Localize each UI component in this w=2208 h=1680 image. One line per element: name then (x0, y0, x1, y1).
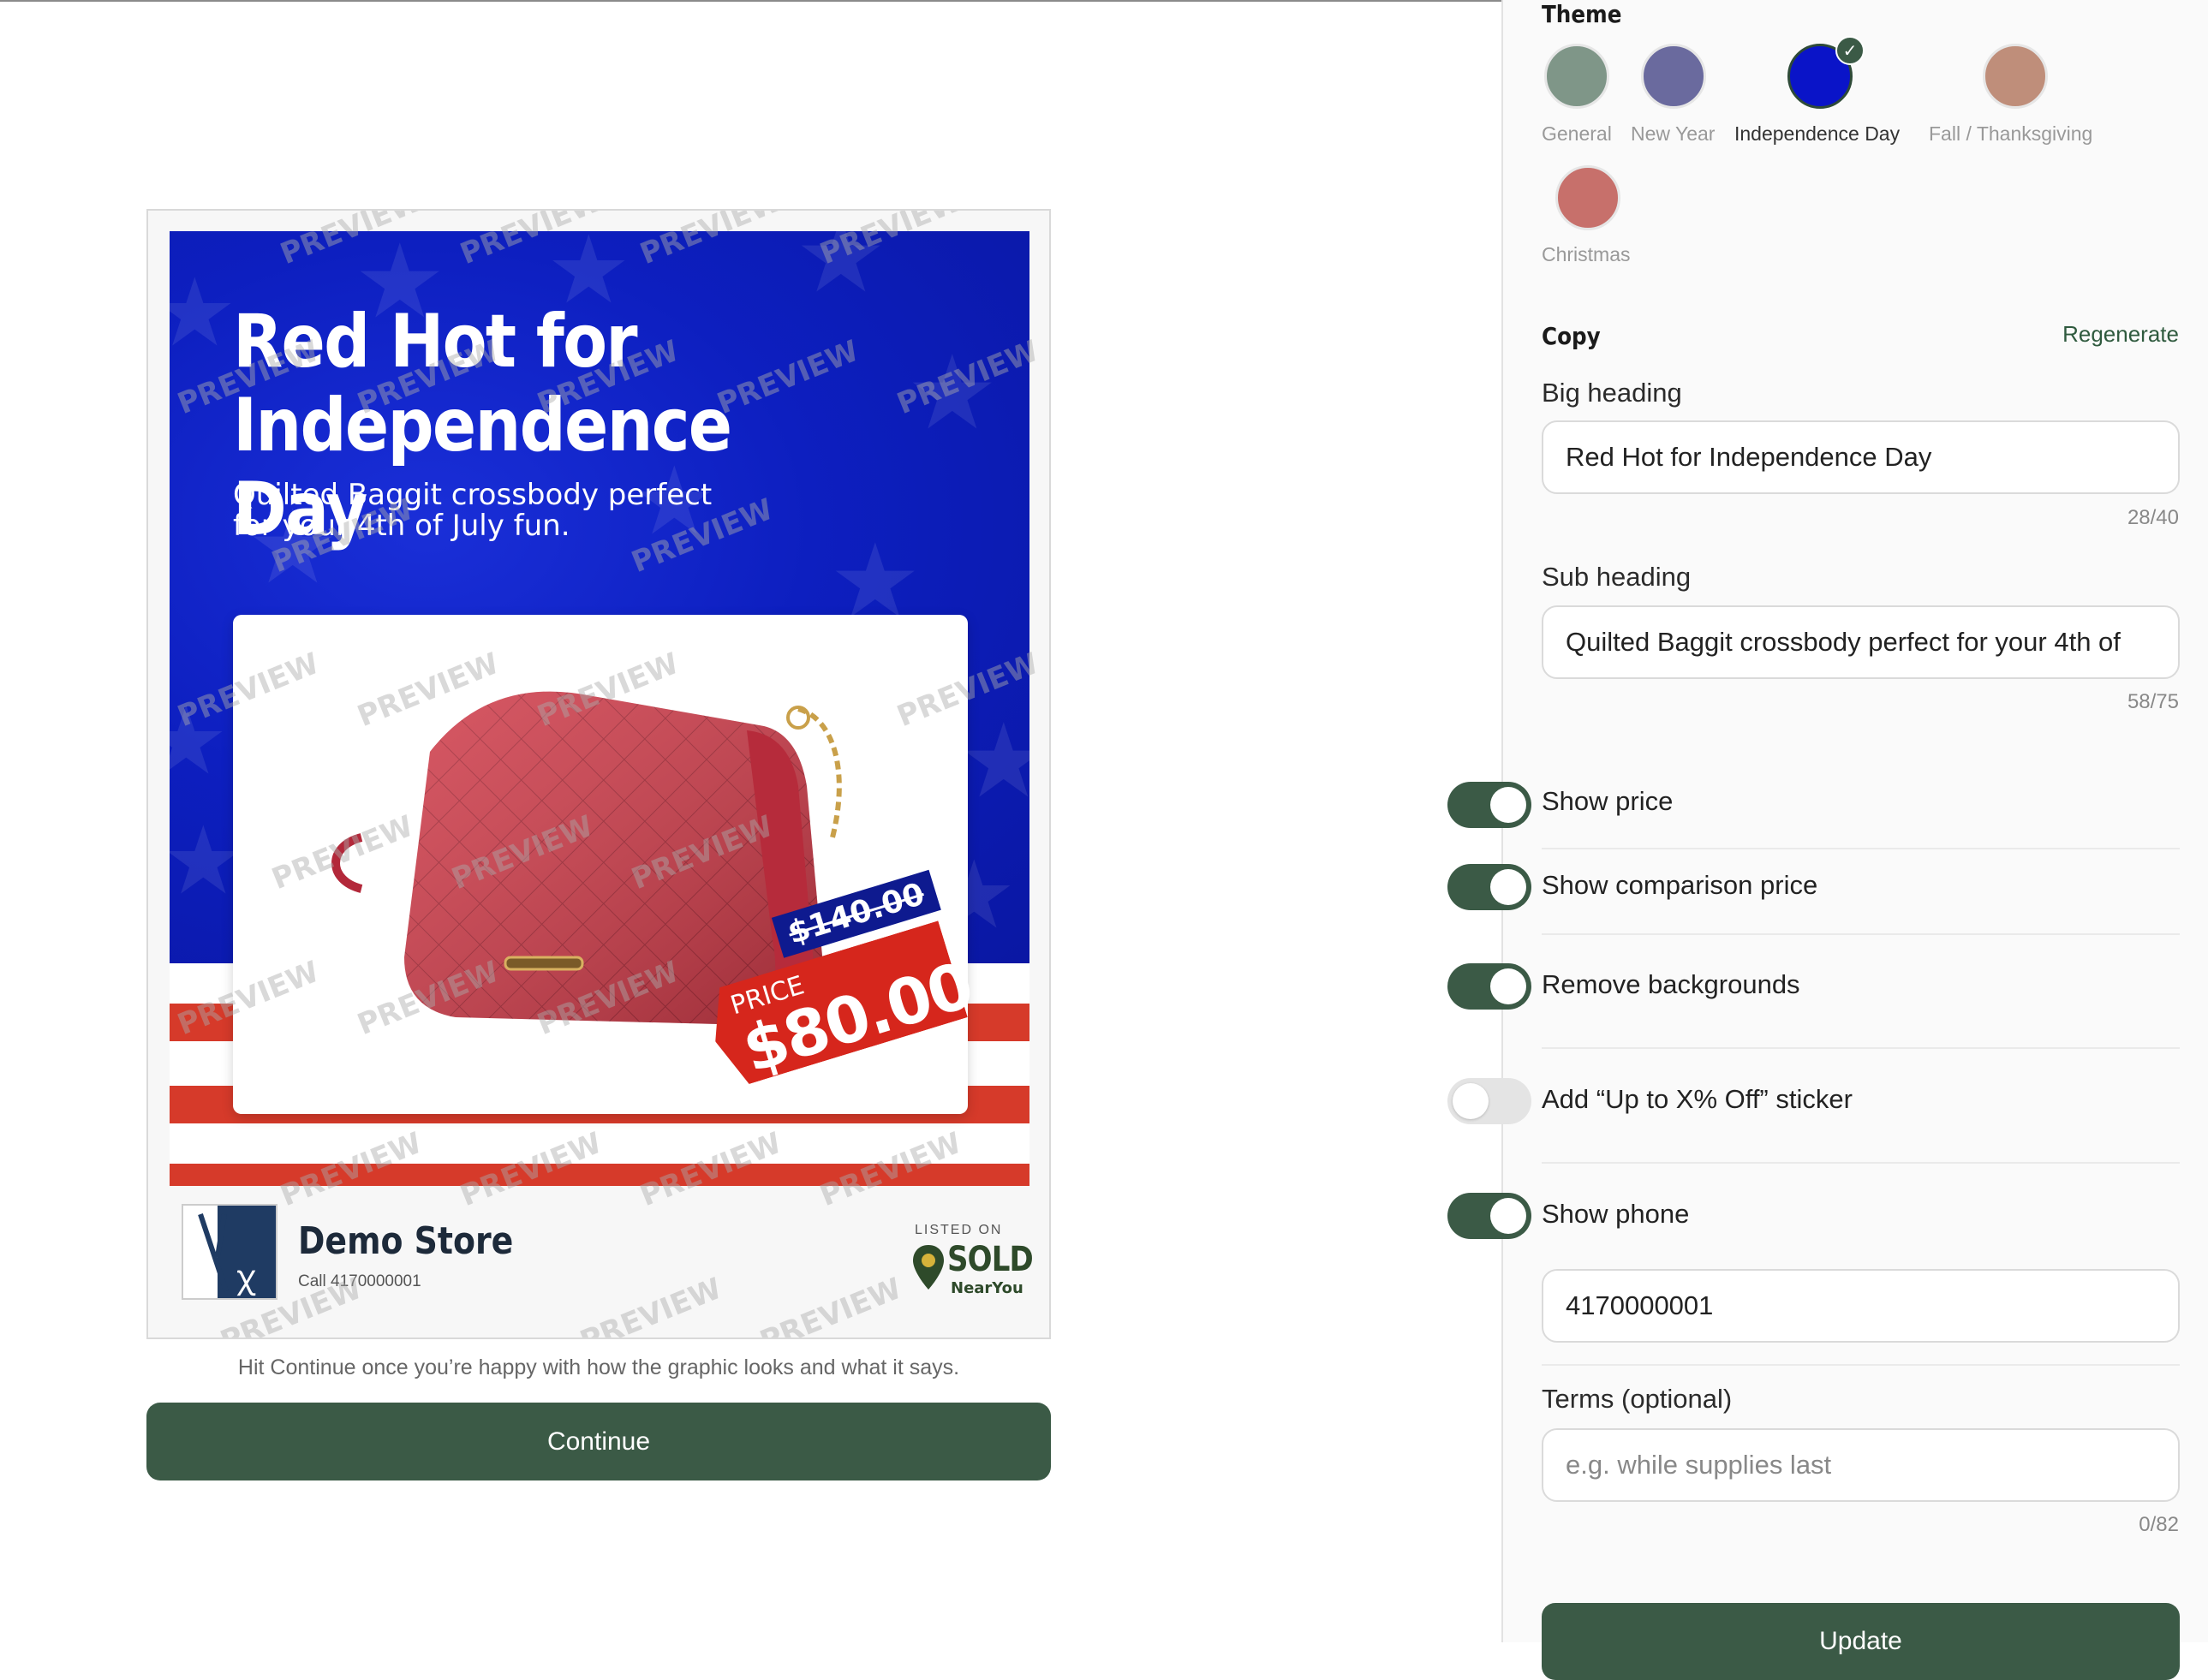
divider (1542, 848, 2180, 849)
svg-text:ꭓ: ꭓ (236, 1258, 256, 1296)
poster: ★ ★ ★ ★ ★ ★ ★ ★ ★ ★ ★ ★ Red Hot for Inde… (170, 231, 1029, 1186)
toggle-knob (1490, 869, 1526, 905)
off-sticker-toggle[interactable] (1447, 1078, 1531, 1124)
theme-section-title: Theme (1542, 0, 1622, 28)
nearyou-wordmark: NearYou (951, 1279, 1023, 1297)
theme-label-independence-day[interactable]: Independence Day (1734, 122, 1900, 146)
theme-label-new-year[interactable]: New Year (1631, 122, 1715, 146)
divider (1542, 1047, 2180, 1049)
terms-counter: 0/82 (2139, 1513, 2179, 1536)
store-name: Demo Store (298, 1219, 514, 1263)
graphic-preview: ★ ★ ★ ★ ★ ★ ★ ★ ★ ★ ★ ★ Red Hot for Inde… (146, 209, 1051, 1339)
divider (1542, 1364, 2180, 1366)
divider (1542, 933, 2180, 935)
show-comparison-price-label: Show comparison price (1542, 870, 1818, 900)
poster-subheading: Quilted Baggit crossbody perfect for you… (233, 480, 850, 541)
big-heading-counter: 28/40 (2127, 506, 2179, 529)
star-icon: ★ (958, 711, 1029, 813)
poster-footer: ꭓ Demo Store Call 4170000001 LISTED ON S… (170, 1204, 1034, 1324)
poster-sub-line: Quilted Baggit crossbody perfect (233, 478, 713, 512)
listed-on-label: LISTED ON (915, 1223, 1003, 1237)
big-heading-label: Big heading (1542, 378, 1682, 408)
toggle-knob (1490, 1198, 1526, 1234)
update-button[interactable]: Update (1542, 1603, 2180, 1680)
sub-heading-label: Sub heading (1542, 562, 1692, 592)
store-phone: Call 4170000001 (298, 1272, 421, 1290)
store-logo-graphic: ꭓ (183, 1206, 276, 1298)
sub-heading-counter: 58/75 (2127, 690, 2179, 713)
divider (1542, 1162, 2180, 1164)
phone-input[interactable] (1542, 1269, 2180, 1343)
stripe-white (170, 1123, 1029, 1164)
star-icon: ★ (795, 231, 887, 316)
poster-heading-line: Red Hot for (233, 299, 638, 384)
theme-label-fall-thanksgiving[interactable]: Fall / Thanksgiving (1929, 122, 2092, 146)
poster-sub-line: for your 4th of July fun. (233, 509, 570, 543)
sub-heading-input[interactable] (1542, 605, 2180, 679)
settings-panel: Theme General New Year ✓ Independence Da… (1501, 0, 2208, 1680)
show-price-toggle[interactable] (1447, 782, 1531, 828)
map-pin-icon (913, 1245, 944, 1290)
terms-input[interactable] (1542, 1428, 2180, 1502)
terms-label: Terms (optional) (1542, 1384, 1733, 1414)
theme-swatch-general[interactable] (1544, 44, 1609, 109)
star-icon: ★ (170, 694, 229, 788)
copy-section-title: Copy (1542, 322, 1601, 350)
remove-backgrounds-toggle[interactable] (1447, 963, 1531, 1010)
toggle-knob (1490, 968, 1526, 1004)
soldnearyou-logo: SOLD NearYou (913, 1240, 1034, 1300)
top-border (0, 0, 1501, 2)
big-heading-input[interactable] (1542, 420, 2180, 494)
store-logo: ꭓ (182, 1204, 277, 1300)
toggle-knob (1490, 787, 1526, 823)
theme-swatch-new-year[interactable] (1641, 44, 1706, 109)
remove-backgrounds-label: Remove backgrounds (1542, 969, 1800, 999)
show-phone-label: Show phone (1542, 1199, 1690, 1229)
show-price-label: Show price (1542, 786, 1674, 816)
selected-check-icon: ✓ (1835, 36, 1865, 65)
theme-swatch-christmas[interactable] (1555, 165, 1620, 230)
theme-label-christmas[interactable]: Christmas (1542, 243, 1631, 266)
theme-swatch-fall-thanksgiving[interactable] (1983, 44, 2048, 109)
off-sticker-label: Add “Up to X% Off” sticker (1542, 1084, 1853, 1114)
continue-hint: Hit Continue once you’re happy with how … (237, 1355, 960, 1379)
regenerate-link[interactable]: Regenerate (2062, 321, 2179, 348)
sold-wordmark: SOLD (947, 1240, 1034, 1279)
stripe-red (170, 1164, 1029, 1186)
theme-label-general[interactable]: General (1542, 122, 1612, 146)
show-phone-toggle[interactable] (1447, 1193, 1531, 1239)
star-icon: ★ (906, 334, 999, 453)
continue-button[interactable]: Continue (146, 1403, 1051, 1480)
star-icon: ★ (170, 265, 237, 360)
show-comparison-price-toggle[interactable] (1447, 864, 1531, 910)
toggle-knob (1453, 1083, 1489, 1119)
